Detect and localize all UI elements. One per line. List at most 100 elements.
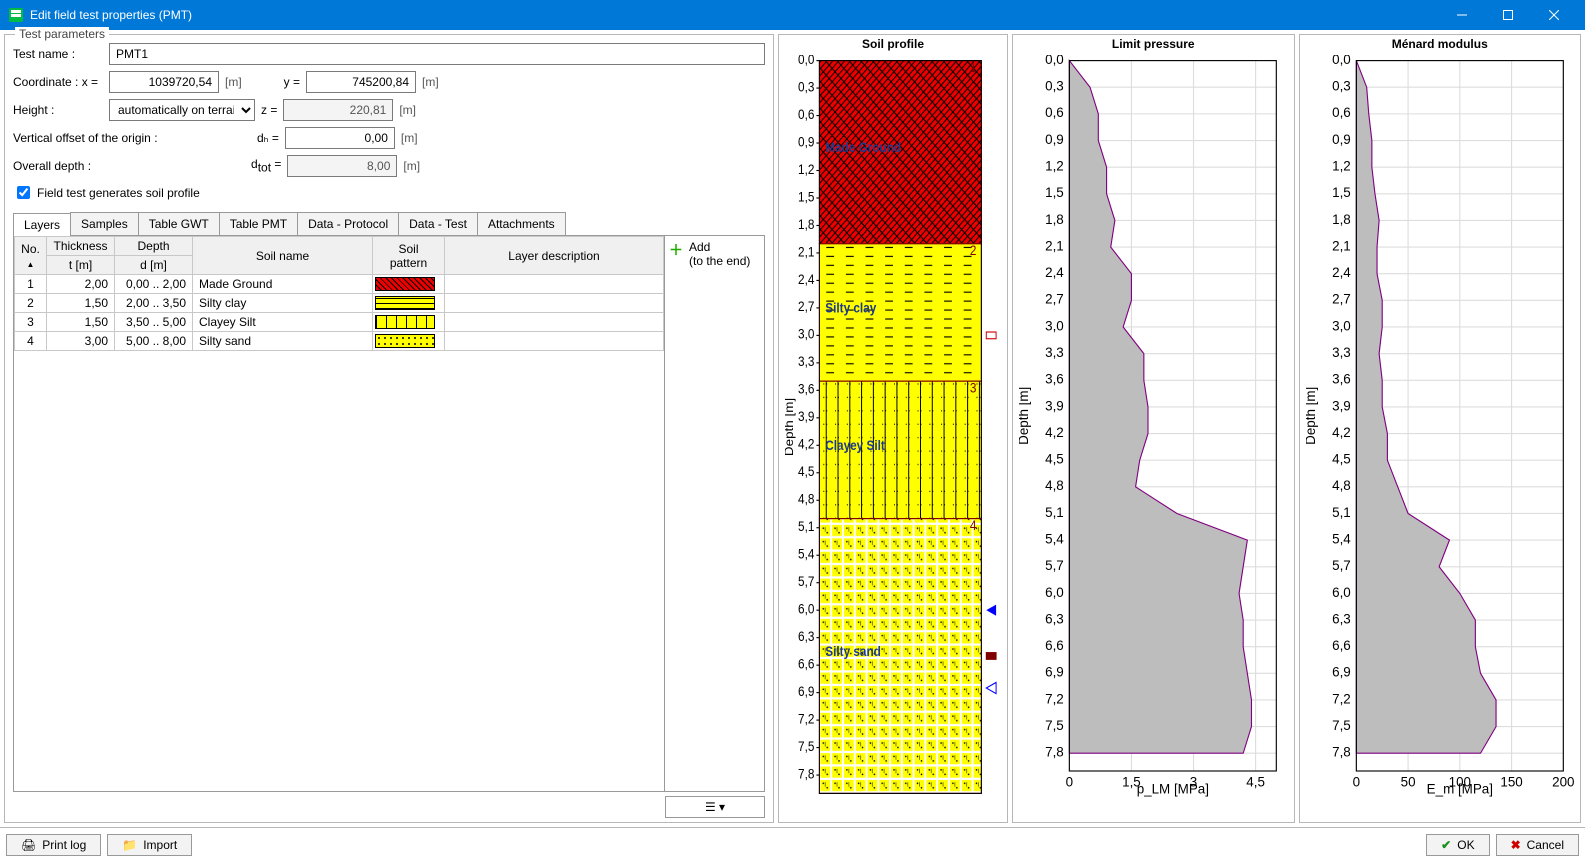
svg-text:2,1: 2,1 (1045, 238, 1064, 253)
table-row[interactable]: 43,005,00 .. 8,00Silty sand (15, 332, 664, 351)
svg-text:0,3: 0,3 (1332, 79, 1351, 94)
svg-text:Depth [m]: Depth [m] (1019, 387, 1031, 445)
soil-profile-title: Soil profile (779, 35, 1007, 53)
tab-data-protocol[interactable]: Data - Protocol (297, 212, 399, 235)
tab-attachments[interactable]: Attachments (477, 212, 566, 235)
svg-text:6,9: 6,9 (1332, 665, 1351, 680)
minimize-button[interactable] (1439, 0, 1485, 30)
svg-text:7,5: 7,5 (1045, 718, 1064, 733)
svg-text:6,6: 6,6 (1045, 638, 1064, 653)
table-row[interactable]: 31,503,50 .. 5,00Clayey Silt (15, 313, 664, 332)
svg-text:3,9: 3,9 (798, 409, 814, 424)
svg-text:2,7: 2,7 (1332, 292, 1351, 307)
svg-text:2,7: 2,7 (798, 300, 814, 315)
svg-text:4,2: 4,2 (798, 437, 814, 452)
fieldset-legend: Test parameters (15, 27, 109, 41)
dh-label: dₕ = (257, 131, 279, 145)
svg-text:1,2: 1,2 (1045, 159, 1064, 174)
coord-x-input[interactable] (109, 71, 219, 93)
svg-text:150: 150 (1500, 775, 1522, 790)
col-depth[interactable]: Depth (115, 237, 193, 256)
close-button[interactable] (1531, 0, 1577, 30)
test-parameters-panel: Test parameters Test name : Coordinate :… (4, 34, 774, 823)
generate-profile-checkbox[interactable]: Field test generates soil profile (13, 183, 200, 202)
svg-text:1,5: 1,5 (1045, 185, 1064, 200)
soil-profile-chart: Soil profile 0,00,30,60,91,21,51,82,12,4… (778, 34, 1008, 823)
svg-text:0,6: 0,6 (798, 107, 814, 122)
svg-text:2,4: 2,4 (798, 272, 814, 287)
z-unit: [m] (399, 103, 416, 117)
svg-text:4,2: 4,2 (1332, 425, 1351, 440)
svg-text:1,5: 1,5 (1332, 185, 1351, 200)
layers-table[interactable]: No. ▲ Thickness Depth Soil name Soil pat… (13, 236, 665, 792)
svg-text:1,5: 1,5 (798, 190, 814, 205)
col-soil-pattern[interactable]: Soil pattern (373, 237, 445, 275)
svg-text:4,5: 4,5 (798, 464, 814, 479)
printer-icon: 🖨 (21, 838, 36, 852)
svg-text:2: 2 (970, 243, 977, 258)
title-bar: Edit field test properties (PMT) (0, 0, 1585, 30)
svg-text:1,2: 1,2 (798, 162, 814, 177)
dtot-unit: [m] (403, 159, 420, 173)
svg-text:0,0: 0,0 (798, 55, 814, 67)
plus-icon: ＋ (669, 240, 683, 260)
svg-text:6,9: 6,9 (1045, 665, 1064, 680)
coord-y-unit: [m] (422, 75, 439, 89)
tab-samples[interactable]: Samples (70, 212, 139, 235)
coord-y-input[interactable] (306, 71, 416, 93)
svg-text:Silty sand: Silty sand (825, 644, 881, 659)
tab-gwt[interactable]: Table GWT (138, 212, 220, 235)
dialog-footer: 🖨 Print log 📁 Import ✔ OK ✖ Cancel (0, 827, 1585, 862)
import-button[interactable]: 📁 Import (107, 834, 192, 856)
svg-text:4,5: 4,5 (1045, 452, 1064, 467)
col-layer-desc[interactable]: Layer description (445, 237, 664, 275)
svg-text:2,4: 2,4 (1332, 265, 1351, 280)
table-row[interactable]: 12,000,00 .. 2,00Made Ground (15, 275, 664, 294)
svg-text:5,1: 5,1 (1045, 505, 1064, 520)
svg-text:4: 4 (970, 518, 977, 533)
table-row[interactable]: 21,502,00 .. 3,50Silty clay (15, 294, 664, 313)
svg-text:3,3: 3,3 (1332, 345, 1351, 360)
add-row-button[interactable]: ＋ Add (to the end) (669, 240, 760, 268)
dh-unit: [m] (401, 131, 418, 145)
test-name-label: Test name : (13, 47, 103, 61)
generate-profile-check-input[interactable] (17, 186, 30, 199)
maximize-button[interactable] (1485, 0, 1531, 30)
svg-text:6,9: 6,9 (798, 684, 814, 699)
tab-data-test[interactable]: Data - Test (398, 212, 478, 235)
svg-text:0,9: 0,9 (1045, 132, 1064, 147)
svg-text:Made Ground: Made Ground (825, 140, 901, 155)
svg-text:0,9: 0,9 (1332, 132, 1351, 147)
height-mode-select[interactable]: automatically on terrain (109, 99, 255, 121)
svg-text:Clayey Silt: Clayey Silt (825, 438, 885, 453)
svg-text:3,3: 3,3 (798, 355, 814, 370)
svg-text:5,4: 5,4 (1332, 531, 1351, 546)
svg-text:2,1: 2,1 (1332, 238, 1351, 253)
svg-text:1,2: 1,2 (1332, 159, 1351, 174)
svg-text:0,3: 0,3 (798, 80, 814, 95)
col-thickness[interactable]: Thickness (47, 237, 115, 256)
print-log-button[interactable]: 🖨 Print log (6, 834, 101, 856)
dh-input[interactable] (285, 127, 395, 149)
tab-pmt[interactable]: Table PMT (219, 212, 298, 235)
offset-label: Vertical offset of the origin : (13, 131, 251, 145)
svg-text:3,0: 3,0 (798, 327, 814, 342)
coord-y-label: y = (284, 75, 300, 89)
svg-text:2,1: 2,1 (798, 245, 814, 260)
test-name-input[interactable] (109, 43, 765, 65)
ok-button[interactable]: ✔ OK (1426, 834, 1489, 856)
svg-text:6,0: 6,0 (798, 602, 814, 617)
tab-layers[interactable]: Layers (13, 213, 71, 236)
svg-text:Silty clay: Silty clay (825, 301, 876, 316)
svg-text:E_m [MPa]: E_m [MPa] (1426, 781, 1492, 796)
svg-text:7,2: 7,2 (1332, 691, 1351, 706)
svg-text:6,3: 6,3 (1332, 611, 1351, 626)
col-no[interactable]: No. (21, 242, 40, 256)
col-soil-name[interactable]: Soil name (193, 237, 373, 275)
dtot-label: dtot = (251, 157, 281, 174)
svg-text:5,4: 5,4 (798, 547, 814, 562)
svg-text:7,2: 7,2 (798, 712, 814, 727)
svg-text:1,8: 1,8 (1045, 212, 1064, 227)
cancel-button[interactable]: ✖ Cancel (1496, 834, 1579, 856)
svg-text:3,6: 3,6 (1332, 372, 1351, 387)
